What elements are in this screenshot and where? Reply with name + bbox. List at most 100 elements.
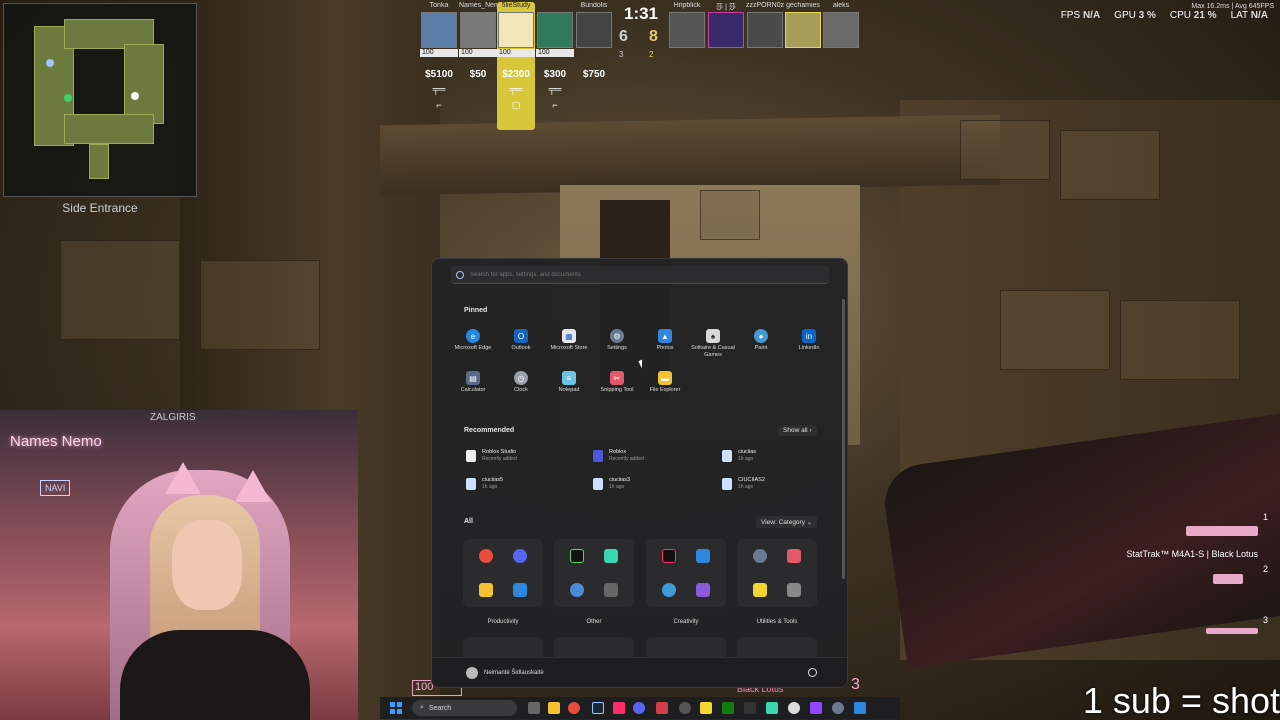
recommended-subtitle: Recently added <box>482 456 517 462</box>
stone-block <box>1060 130 1160 200</box>
show-all-label: Show all <box>783 427 808 434</box>
task-view-icon[interactable] <box>528 702 540 714</box>
gear-icon[interactable] <box>832 702 844 714</box>
discord-icon[interactable] <box>633 702 645 714</box>
defuse-kit-icon: ⌐ <box>436 100 442 110</box>
category-row-partial[interactable] <box>737 637 817 659</box>
shield-icon: ▢ <box>511 100 521 110</box>
app-icon[interactable] <box>744 702 756 714</box>
t-player-card: aleks <box>822 2 860 48</box>
view-category-dropdown[interactable]: View: Category ⌄ <box>756 516 818 528</box>
pistol-icon <box>1213 574 1243 584</box>
category-label: Creativity <box>673 619 699 625</box>
media-icon[interactable] <box>788 702 800 714</box>
app-icon[interactable] <box>656 702 668 714</box>
app-label: Clock <box>514 387 528 393</box>
cat-ear-headphone <box>235 470 271 502</box>
power-icon[interactable] <box>808 668 817 677</box>
category-utilities[interactable] <box>737 539 817 607</box>
show-all-button[interactable]: Show all › <box>778 425 817 436</box>
search-input[interactable] <box>470 271 829 278</box>
player-dot <box>64 94 72 102</box>
recommended-item[interactable]: ciuciias5 1h ago <box>466 475 586 493</box>
roblox-icon <box>593 450 603 462</box>
app-label: Photos <box>656 345 674 351</box>
chrome-icon[interactable] <box>568 702 580 714</box>
twitch-icon[interactable] <box>810 702 822 714</box>
chevron-down-icon: ⌄ <box>806 519 813 526</box>
recommended-item[interactable]: ciuciias 1h ago <box>722 447 842 465</box>
scoreboard-hud: Tonka 100 $5100 ╤═ ⌐ Names_Nemo 100 $50 … <box>420 2 860 132</box>
start-search-box[interactable] <box>451 266 829 284</box>
player-money: $2300 <box>502 69 530 80</box>
pinned-app-settings[interactable]: ⚙ Settings <box>593 329 641 352</box>
sticky-notes-icon <box>753 583 767 597</box>
player-hp: 100 <box>420 49 458 57</box>
tiktok-icon[interactable] <box>613 702 625 714</box>
app-label: Notepad <box>558 387 580 393</box>
player-avatar <box>747 12 783 48</box>
pinned-app-calculator[interactable]: ▤ Calculator <box>449 371 497 394</box>
pinned-app-edge[interactable]: e Microsoft Edge <box>449 329 497 352</box>
category-creativity[interactable] <box>646 539 726 607</box>
recommended-subtitle: Recently added <box>609 456 644 462</box>
category-row-partial[interactable] <box>646 637 726 659</box>
t-player-card: gechamies <box>784 2 822 48</box>
minimap-area <box>124 44 164 124</box>
windows-start-icon[interactable] <box>390 702 402 714</box>
pinned-app-paint[interactable]: ● Paint <box>737 329 785 352</box>
user-name: Neimantė Šidlauskaitė <box>484 670 544 676</box>
folder-icon <box>479 583 493 597</box>
start-menu: Pinned e Microsoft Edge O Outlook ▦ Micr… <box>431 258 848 688</box>
file-explorer-icon[interactable] <box>548 702 560 714</box>
taskbar: ⌕ Search <box>380 697 900 719</box>
recommended-title: ciuciias5 <box>482 477 504 483</box>
user-account-button[interactable]: Neimantė Šidlauskaitė <box>466 667 544 679</box>
performance-stats: FPS N/A GPU 3 % CPU 21 % LAT N/A <box>1061 10 1268 21</box>
category-row-partial[interactable] <box>463 637 543 659</box>
start-menu-scrollbar[interactable] <box>842 299 845 579</box>
photos-icon[interactable] <box>854 702 866 714</box>
edge-icon: e <box>466 329 480 343</box>
cpu-stat: CPU 21 % <box>1170 10 1217 21</box>
start-menu-footer: Neimantė Šidlauskaitė <box>432 657 847 687</box>
calculator-icon: ▤ <box>466 371 480 385</box>
pinned-app-photos[interactable]: ▲ Photos <box>641 329 689 352</box>
streamer-webcam: ZALGIRIS Names Nemo NAVI <box>0 410 358 720</box>
player-name <box>536 2 574 11</box>
ct-score: 6 <box>619 28 628 45</box>
pinned-app-linkedin[interactable]: in LinkedIn <box>785 329 833 352</box>
category-productivity[interactable] <box>463 539 543 607</box>
xbox-icon[interactable] <box>722 702 734 714</box>
player-avatar <box>421 12 457 48</box>
recommended-item[interactable]: Roblox Studio Recently added <box>466 447 586 465</box>
outlook-icon: O <box>514 329 528 343</box>
recommended-item[interactable]: Roblox Recently added <box>593 447 713 465</box>
ct-player-card: Bundolis $750 <box>575 2 613 80</box>
pinned-app-solitaire[interactable]: ♠ Solitaire & Casual Games <box>689 329 737 359</box>
pinned-app-file-explorer[interactable]: ▬ File Explorer <box>641 371 689 394</box>
primary-weapon-name: StatTrak™ M4A1-S | Black Lotus <box>1126 549 1258 559</box>
pinned-app-clock[interactable]: ◷ Clock <box>497 371 545 394</box>
nvidia-icon <box>570 549 584 563</box>
recommended-item[interactable]: ciuciias3 1h ago <box>593 475 713 493</box>
pinned-app-snipping-tool[interactable]: ✂ Snipping Tool <box>593 371 641 394</box>
steam-icon[interactable] <box>592 702 604 714</box>
gpu-value: 3 % <box>1138 10 1156 21</box>
category-row-partial[interactable] <box>554 637 634 659</box>
ammo-count: 3 <box>851 676 860 693</box>
pinned-app-notepad[interactable]: ≡ Notepad <box>545 371 593 394</box>
pinned-app-outlook[interactable]: O Outlook <box>497 329 545 352</box>
category-other[interactable] <box>554 539 634 607</box>
sticky-notes-icon[interactable] <box>700 702 712 714</box>
copilot-icon[interactable] <box>766 702 778 714</box>
obs-icon[interactable] <box>679 702 691 714</box>
taskbar-search-label: Search <box>428 704 452 712</box>
taskbar-search[interactable]: ⌕ Search <box>412 700 517 716</box>
pinned-app-store[interactable]: ▦ Microsoft Store <box>545 329 593 352</box>
recommended-item[interactable]: CIUCIIAS2 1h ago <box>722 475 842 493</box>
photos-icon: ▲ <box>658 329 672 343</box>
cards-icon: ♠ <box>706 329 720 343</box>
player-avatar <box>708 12 744 48</box>
document-icon <box>466 478 476 490</box>
